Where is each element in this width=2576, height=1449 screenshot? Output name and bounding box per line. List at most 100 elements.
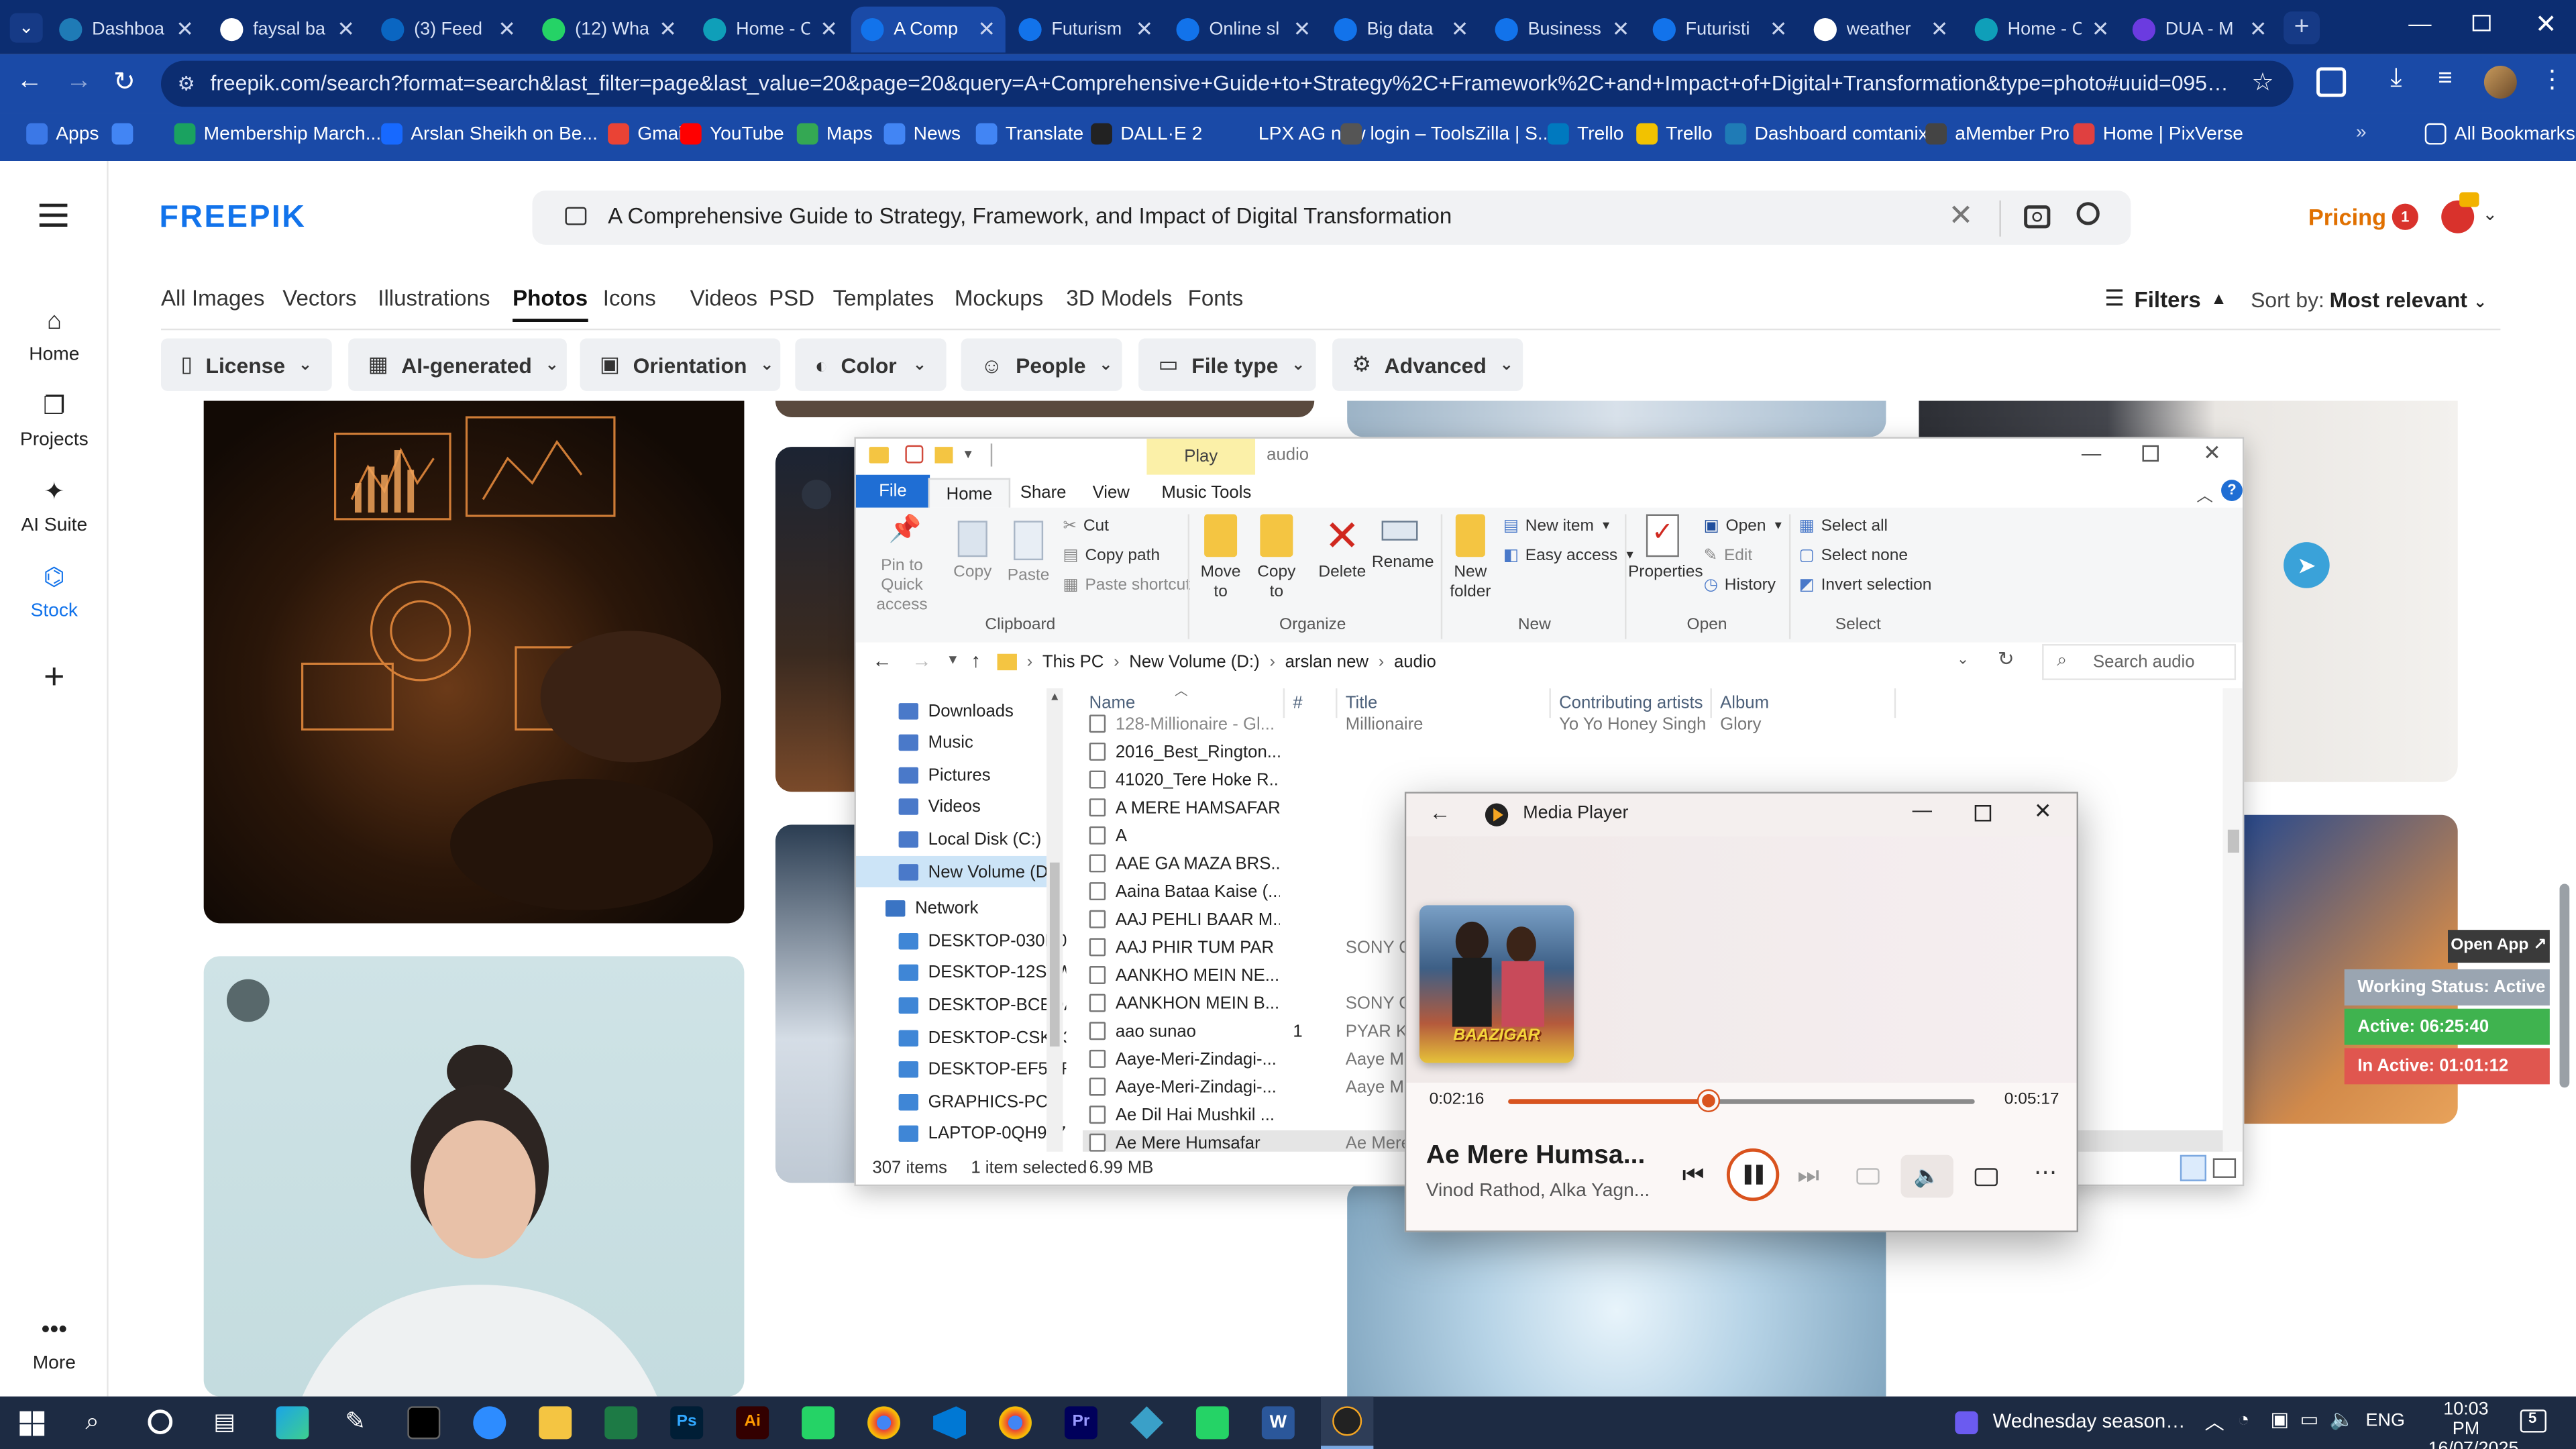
- column-header[interactable]: Contributing artists: [1559, 693, 1703, 712]
- nav-item[interactable]: Videos: [856, 792, 1046, 823]
- word-icon[interactable]: W: [1261, 1406, 1295, 1440]
- vscode-icon[interactable]: [933, 1406, 967, 1440]
- cortana-icon[interactable]: [148, 1409, 173, 1434]
- edge-icon[interactable]: [276, 1406, 309, 1440]
- nav-item[interactable]: GRAPHICS-PC: [856, 1086, 1048, 1118]
- paste-button[interactable]: Paste: [1004, 521, 1053, 586]
- nav-item[interactable]: Downloads: [856, 695, 1046, 727]
- rail-item-projects[interactable]: ❐ Projects: [0, 391, 109, 450]
- search-icon[interactable]: [2076, 202, 2100, 225]
- browser-tab[interactable]: Futurism ✕: [1009, 7, 1163, 53]
- search-bar[interactable]: A Comprehensive Guide to Strategy, Frame…: [532, 191, 2131, 245]
- excel-icon[interactable]: [604, 1406, 638, 1440]
- bookmark-item[interactable]: Membership March...: [174, 123, 381, 145]
- column-header[interactable]: Title: [1346, 693, 1378, 712]
- filters-toggle[interactable]: ☰ Filters ▲: [2104, 286, 2227, 312]
- reload-icon[interactable]: ↻: [113, 66, 136, 99]
- terminal-icon[interactable]: [407, 1406, 441, 1440]
- tab-close-icon[interactable]: ✕: [2092, 16, 2110, 42]
- photo-futuristic-dashboard[interactable]: [203, 400, 745, 924]
- minimize-icon[interactable]: —: [2082, 442, 2101, 465]
- nav-item[interactable]: DESKTOP-CSKA3: [856, 1022, 1066, 1053]
- browser-tab[interactable]: Dashboa ✕: [49, 7, 203, 53]
- hamburger-menu-icon[interactable]: [39, 203, 68, 227]
- category-tab[interactable]: Photos: [513, 286, 588, 323]
- address-breadcrumb[interactable]: › This PC › New Volume (D:) › arslan new › audi…: [997, 647, 1970, 677]
- bookmark-item[interactable]: Apps: [26, 123, 99, 145]
- tab-close-icon[interactable]: ✕: [1293, 16, 1311, 42]
- extensions-icon[interactable]: [2316, 67, 2347, 97]
- sort-dropdown[interactable]: Most relevant ⌄: [2330, 288, 2487, 313]
- minimize-window-button[interactable]: —: [2408, 10, 2431, 36]
- camera-tray-icon[interactable]: ▣: [2271, 1408, 2290, 1431]
- open-button[interactable]: ▣ Open ▼: [1704, 517, 1784, 535]
- delete-button[interactable]: ✕ Delete: [1316, 515, 1368, 584]
- browser-tab[interactable]: DUA - M ✕: [2123, 7, 2277, 53]
- tray-app-icon[interactable]: ◔: [2238, 1408, 2250, 1431]
- photo-charts-partial[interactable]: [775, 824, 858, 1183]
- nav-item[interactable]: New Volume (D:): [855, 855, 1059, 888]
- tab-close-icon[interactable]: ✕: [1612, 16, 1630, 42]
- volume-icon[interactable]: 🔈: [1900, 1155, 1953, 1198]
- category-tab[interactable]: Videos: [690, 286, 758, 311]
- clear-search-icon[interactable]: ✕: [1949, 199, 1974, 233]
- nav-item[interactable]: DESKTOP-BCEDA: [856, 989, 1066, 1021]
- bookmark-item[interactable]: [111, 123, 133, 145]
- task-view-icon[interactable]: ▤: [213, 1408, 235, 1436]
- details-view-button[interactable]: [2180, 1155, 2207, 1181]
- copy-to-button[interactable]: Copy to: [1250, 514, 1303, 603]
- zoom-icon[interactable]: [473, 1406, 506, 1440]
- premiere-icon[interactable]: Pr: [1064, 1406, 1097, 1440]
- select-all-button[interactable]: ▦ Select all: [1799, 517, 1888, 535]
- ribbon-tab[interactable]: View: [1076, 478, 1146, 508]
- category-tab[interactable]: All Images: [161, 286, 264, 311]
- photo-world-map-partial[interactable]: [775, 447, 858, 792]
- rail-item-more[interactable]: ••• More: [0, 1314, 109, 1374]
- tab-close-icon[interactable]: ✕: [176, 16, 194, 42]
- browser-tab[interactable]: (3) Feed ✕: [371, 7, 525, 53]
- category-tab[interactable]: Templates: [833, 286, 934, 311]
- new-item-button[interactable]: ▤ New item ▼: [1503, 517, 1612, 535]
- open-app-button[interactable]: Open App ↗: [2448, 930, 2550, 963]
- rail-item-stock[interactable]: ⌬ Stock: [0, 562, 109, 621]
- photoshop-icon[interactable]: Ps: [670, 1406, 704, 1440]
- nav-item[interactable]: DESKTOP-EF5QF: [856, 1054, 1066, 1085]
- image-type-icon[interactable]: [565, 207, 587, 225]
- close-icon[interactable]: ✕: [2203, 440, 2221, 466]
- ribbon-tab[interactable]: File: [855, 474, 930, 508]
- green-app-2-icon[interactable]: [1195, 1406, 1229, 1440]
- download-icon[interactable]: ⤓: [2390, 64, 2402, 94]
- invert-selection-button[interactable]: ◩ Invert selection: [1799, 577, 1932, 595]
- bookmark-item[interactable]: Translate: [975, 123, 1083, 145]
- category-tab[interactable]: Vectors: [282, 286, 356, 311]
- move-to-button[interactable]: Move to: [1194, 514, 1246, 603]
- pricing-link[interactable]: Pricing: [2308, 204, 2386, 230]
- nav-item[interactable]: LAPTOP-0QH977: [856, 1118, 1066, 1150]
- browser-tab[interactable]: Futuristi ✕: [1643, 7, 1797, 53]
- category-tab[interactable]: 3D Models: [1066, 286, 1172, 311]
- photo-digital-top[interactable]: [1347, 400, 1886, 437]
- file-row[interactable]: 128-Millionaire - Gl... Millionaire Yo Yo …: [1083, 711, 2229, 739]
- nav-item[interactable]: Network: [856, 893, 1046, 924]
- tab-close-icon[interactable]: ✕: [659, 16, 677, 42]
- tab-close-icon[interactable]: ✕: [2249, 16, 2267, 42]
- user-avatar[interactable]: [2441, 192, 2479, 233]
- bookmark-item[interactable]: YouTube: [680, 123, 784, 145]
- nav-item[interactable]: Pictures: [856, 759, 1046, 791]
- nav-item[interactable]: DESKTOP-030N0: [856, 925, 1066, 957]
- back-arrow-icon[interactable]: ←: [872, 649, 892, 672]
- maximize-icon[interactable]: [1974, 805, 1992, 822]
- new-folder-button[interactable]: New folder: [1448, 514, 1494, 603]
- forward-arrow-icon[interactable]: →: [912, 649, 931, 672]
- site-info-icon[interactable]: ⚙: [177, 61, 195, 107]
- bookmark-item[interactable]: Dashboard comtanix: [1725, 123, 1928, 145]
- pause-button[interactable]: [1726, 1148, 1780, 1201]
- media-control-icon[interactable]: ≡: [2438, 64, 2452, 93]
- tab-search-button[interactable]: ⌄: [9, 13, 43, 43]
- photo-top-partial[interactable]: [775, 400, 1315, 418]
- category-tab[interactable]: Mockups: [955, 286, 1043, 311]
- green-app-icon[interactable]: [802, 1406, 835, 1440]
- bookmark-item[interactable]: Trello: [1636, 123, 1713, 145]
- tab-close-icon[interactable]: ✕: [1931, 16, 1949, 42]
- column-header[interactable]: #: [1293, 693, 1302, 712]
